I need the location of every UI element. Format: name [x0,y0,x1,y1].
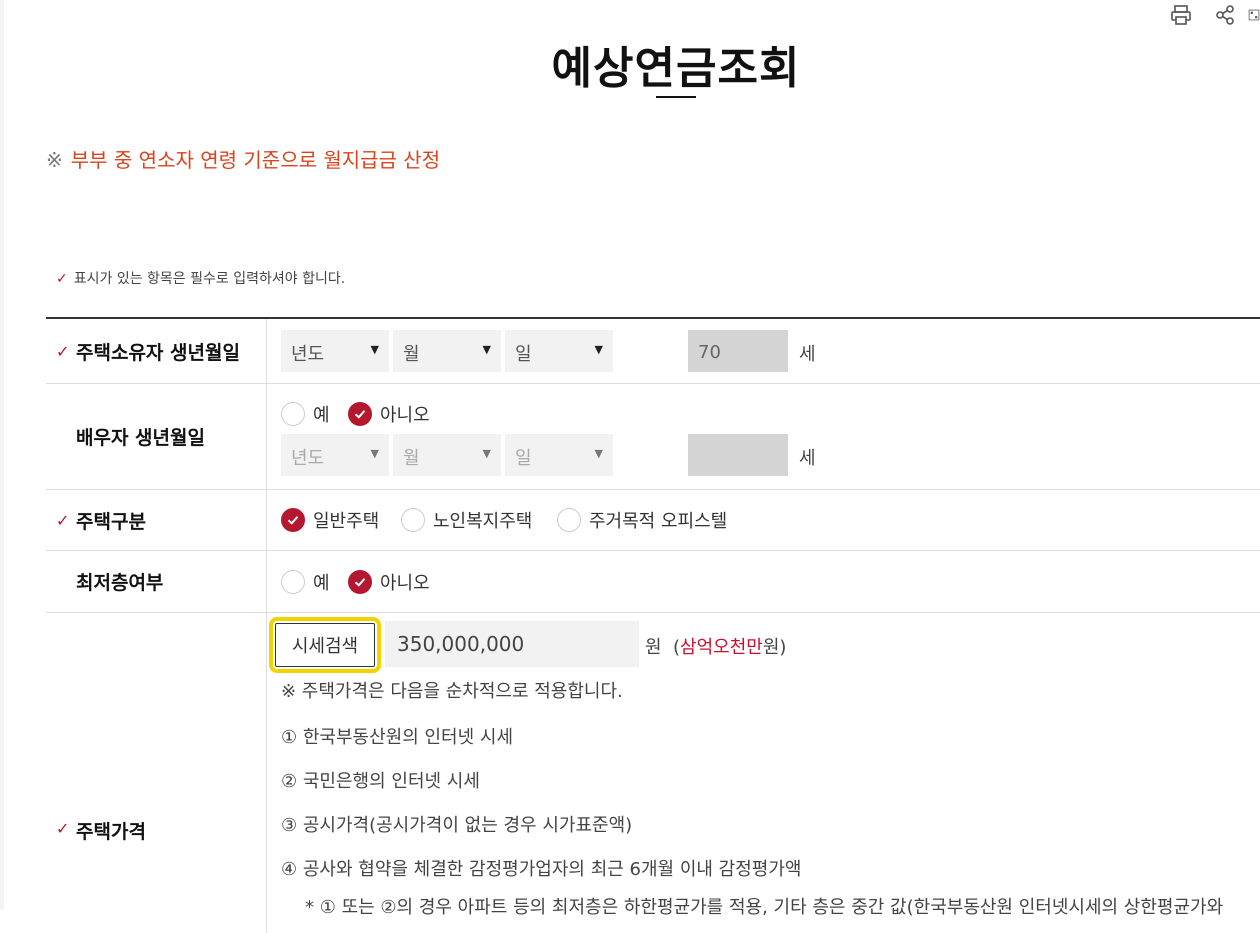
korean-amount-close: 원) [762,637,787,658]
price-rule-1: ① 한국부동산원의 인터넷 시세 [281,727,514,748]
notice-mark: ※ [46,148,63,172]
owner-birth-label: 주택소유자 생년월일 [76,341,240,364]
pension-form-table: ✓ 주택소유자 생년월일 년도 ▼ 월 ▼ 일 ▼ 70 세 배우자 생년월일 [46,317,1260,490]
lowest-floor-no-radio[interactable]: 아니오 [348,568,430,596]
required-guide-text: 표시가 있는 항목은 필수로 입력하셔야 합니다. [73,271,346,287]
qr-icon[interactable] [1248,2,1260,28]
lowest-floor-label: 최저층여부 [76,572,164,594]
owner-year-select[interactable]: 년도 ▼ [281,330,389,372]
page-toolbar [1140,2,1260,30]
spouse-birth-label: 배우자 생년월일 [76,427,205,449]
row-content: 년도 ▼ 월 ▼ 일 ▼ 70 세 [267,319,1260,383]
row-content: 시세검색 350,000,000 원 (삼억오천만원) ※ 주택가격은 다음을 … [267,613,1260,933]
dropdown-arrow-icon: ▼ [370,343,379,356]
owner-age-value: 70 [698,342,721,363]
price-note: ※ 주택가격은 다음을 순차적으로 적용합니다. [281,681,623,702]
price-rule-3: ③ 공시가격(공시가격이 없는 경우 시가표준액) [281,815,633,836]
price-footnote: * ① 또는 ②의 경우 아파트 등의 최저층은 하한평균가를 적용, 기타 층… [305,897,1224,918]
radio-circle [281,402,305,426]
row-content: 예 아니오 [267,551,1260,612]
price-search-button[interactable]: 시세검색 [269,617,381,673]
printer-icon[interactable] [1168,2,1194,28]
price-unit: 원 [645,637,662,658]
radio-circle [281,570,305,594]
notice-text: ※ 부부 중 연소자 연령 기준으로 월지급금 산정 [46,144,440,173]
spouse-yes-radio[interactable]: 예 [281,400,330,428]
house-price-label: 주택가격 [76,821,146,843]
required-check-icon: ✓ [56,819,70,838]
row-header: 최저층여부 [46,551,267,612]
required-guide: ✓ 표시가 있는 항목은 필수로 입력하셔야 합니다. [56,268,345,288]
left-edge [0,0,4,910]
share-icon[interactable] [1212,2,1238,28]
price-unit-group: 원 (삼억오천만원) [645,633,786,659]
lowest-floor-no-label: 아니오 [380,573,430,594]
row-header: ✓ 주택가격 [46,613,267,933]
house-type-option-label: 주거목적 오피스텔 [589,511,728,532]
house-price-input[interactable]: 350,000,000 [385,621,639,667]
check-icon [281,508,305,532]
row-owner-birth: ✓ 주택소유자 생년월일 년도 ▼ 월 ▼ 일 ▼ 70 세 [46,319,1260,384]
owner-age-unit: 세 [799,344,816,365]
owner-month-value: 월 [403,344,420,365]
owner-day-select[interactable]: 일 ▼ [505,330,613,372]
row-header: ✓ 주택소유자 생년월일 [46,319,267,383]
house-type-option-label: 노인복지주택 [433,511,533,532]
korean-amount-open: ( [673,637,681,658]
korean-amount: 삼억오천만 [680,637,763,658]
row-spouse-birth: 배우자 생년월일 [46,384,1260,490]
dropdown-arrow-icon: ▼ [482,343,491,356]
row-house-price: ✓ 주택가격 시세검색 350,000,000 원 (삼억오천만원) ※ 주택가… [46,613,1260,933]
required-check-icon: ✓ [56,341,70,361]
row-header: ✓ 주택구분 [46,490,267,550]
spouse-no-label: 아니오 [380,405,430,426]
price-rule-4: ④ 공사와 협약을 체결한 감정평가업자의 최근 6개월 이내 감정평가액 [281,859,802,880]
dropdown-arrow-icon: ▼ [594,343,603,356]
house-price-value: 350,000,000 [397,632,525,656]
price-rule-2: ② 국민은행의 인터넷 시세 [281,771,480,792]
check-icon [348,402,372,426]
radio-circle [401,508,425,532]
owner-age-field: 70 [688,330,788,372]
row-header: 배우자 생년월일 [46,384,267,489]
spouse-yes-label: 예 [313,405,330,426]
required-check-icon: ✓ [56,271,68,287]
page-title: 예상연금조회 [551,43,801,94]
row-house-type: ✓ 주택구분 일반주택 노인복지주택 주거목적 오피스텔 [46,489,1260,551]
owner-month-select[interactable]: 월 ▼ [393,330,501,372]
house-type-officetel-radio[interactable]: 주거목적 오피스텔 [557,506,727,534]
owner-day-value: 일 [515,344,532,365]
house-type-option-label: 일반주택 [313,511,380,532]
house-type-general-radio[interactable]: 일반주택 [281,506,379,534]
spouse-no-radio[interactable]: 아니오 [348,400,430,428]
radio-circle [557,508,581,532]
notice-message: 부부 중 연소자 연령 기준으로 월지급금 산정 [70,148,441,172]
check-icon [348,570,372,594]
row-content: 일반주택 노인복지주택 주거목적 오피스텔 [267,490,1260,550]
lowest-floor-yes-radio[interactable]: 예 [281,568,330,596]
lowest-floor-yes-label: 예 [313,573,330,594]
title-underline [656,96,696,98]
owner-year-value: 년도 [291,344,325,365]
house-type-label: 주택구분 [76,510,146,533]
required-check-icon: ✓ [56,510,70,530]
form-table-lower: ✓ 주택구분 일반주택 노인복지주택 주거목적 오피스텔 최저층여부 예 아니오 [46,489,1260,933]
row-lowest-floor: 최저층여부 예 아니오 [46,551,1260,613]
house-type-elderly-radio[interactable]: 노인복지주택 [401,506,532,534]
